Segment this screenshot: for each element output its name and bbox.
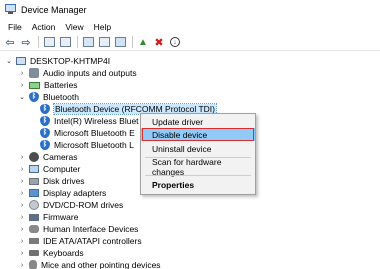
uninstall-icon[interactable]: ✖ xyxy=(152,36,166,49)
tree-item-bt-intel[interactable]: ᛒ Intel(R) Wireless Bluet xyxy=(40,115,139,127)
toolbar-divider xyxy=(77,36,78,48)
expand-icon[interactable]: › xyxy=(18,262,26,269)
expand-icon[interactable]: › xyxy=(18,166,26,173)
tree-item-keyboards[interactable]: › Keyboards xyxy=(18,247,84,259)
hid-icon xyxy=(29,225,39,233)
collapse-icon[interactable]: ⌄ xyxy=(5,57,13,65)
title-bar: Device Manager xyxy=(0,0,380,19)
tree-item-label: Disk drives xyxy=(43,176,85,186)
menu-file[interactable]: File xyxy=(3,22,27,32)
bluetooth-icon: ᛒ xyxy=(40,104,50,114)
tree-item-label: Mice and other pointing devices xyxy=(41,260,161,269)
ctx-update-driver[interactable]: Update driver xyxy=(141,115,255,128)
forward-icon[interactable]: ⇨ xyxy=(19,36,33,49)
ctx-uninstall-device[interactable]: Uninstall device xyxy=(141,142,255,155)
tree-item-label: Batteries xyxy=(44,80,78,90)
monitor-icon[interactable] xyxy=(113,36,127,49)
toolbar: ⇦ ⇨ ▲ ✖ ↓ xyxy=(0,34,380,51)
tree-item-label: Computer xyxy=(43,164,81,174)
tree-item-firmware[interactable]: › Firmware xyxy=(18,211,79,223)
context-menu: Update driver Disable device Uninstall d… xyxy=(140,113,256,195)
tree-item-disk[interactable]: › Disk drives xyxy=(18,175,85,187)
tree-item-hid[interactable]: › Human Interface Devices xyxy=(18,223,139,235)
menu-bar: File Action View Help xyxy=(0,19,380,34)
toolbar-divider xyxy=(38,36,39,48)
firmware-icon xyxy=(29,213,39,221)
computer-icon xyxy=(16,57,26,65)
show-hidden-icon[interactable] xyxy=(58,36,72,49)
expand-icon[interactable]: › xyxy=(18,82,26,89)
tree-item-mice[interactable]: › Mice and other pointing devices xyxy=(18,259,161,269)
tree-item-label: Audio inputs and outputs xyxy=(43,68,137,78)
tree-root-label: DESKTOP-KHTMP4I xyxy=(30,56,111,66)
expand-icon[interactable]: › xyxy=(18,178,26,185)
speaker-icon xyxy=(29,68,39,78)
window-title: Device Manager xyxy=(21,4,87,15)
bluetooth-icon: ᛒ xyxy=(40,140,50,150)
download-icon[interactable]: ↓ xyxy=(168,36,182,49)
tree-item-label: Cameras xyxy=(43,152,78,162)
tree-item-dvd[interactable]: › DVD/CD-ROM drives xyxy=(18,199,123,211)
battery-icon xyxy=(29,81,40,89)
keyboard-icon xyxy=(29,250,39,256)
tree-item-label: Microsoft Bluetooth L xyxy=(54,140,134,150)
ctx-scan-hardware[interactable]: Scan for hardware changes xyxy=(141,157,255,177)
tree-item-bt-ms-l[interactable]: ᛒ Microsoft Bluetooth L xyxy=(40,139,134,151)
bluetooth-icon: ᛒ xyxy=(40,128,50,138)
update-driver-icon[interactable]: ▲ xyxy=(136,36,150,49)
menu-action[interactable]: Action xyxy=(27,22,61,32)
disk-icon xyxy=(29,177,39,185)
display-adapter-icon xyxy=(29,189,39,197)
mouse-icon xyxy=(29,260,37,269)
menu-divider xyxy=(145,175,251,176)
tree-item-bluetooth[interactable]: ⌄ ᛒ Bluetooth xyxy=(18,91,79,103)
tree-item-label: Display adapters xyxy=(43,188,107,198)
tree-item-cameras[interactable]: › Cameras xyxy=(18,151,77,163)
camera-icon xyxy=(29,152,39,162)
tree-root[interactable]: ⌄ DESKTOP-KHTMP4I xyxy=(5,55,110,67)
view-icon[interactable] xyxy=(97,36,111,49)
tree-item-ide[interactable]: › IDE ATA/ATAPI controllers xyxy=(18,235,142,247)
tree-item-label: DVD/CD-ROM drives xyxy=(43,200,124,210)
expand-icon[interactable]: › xyxy=(18,214,26,221)
highlight-box xyxy=(142,128,254,141)
toolbar-divider xyxy=(132,36,133,48)
collapse-icon[interactable]: ⌄ xyxy=(18,93,26,101)
tree-item-audio[interactable]: › Audio inputs and outputs xyxy=(18,67,137,79)
expand-icon[interactable]: › xyxy=(18,70,26,77)
bluetooth-icon: ᛒ xyxy=(29,92,39,102)
tree-item-label: Microsoft Bluetooth E xyxy=(54,128,135,138)
ide-controller-icon xyxy=(29,238,39,244)
tree-item-bt-ms-e[interactable]: ᛒ Microsoft Bluetooth E xyxy=(40,127,135,139)
device-manager-icon xyxy=(5,4,16,15)
help-icon[interactable] xyxy=(81,36,95,49)
tree-item-label: Bluetooth xyxy=(43,92,79,102)
back-icon[interactable]: ⇦ xyxy=(3,36,17,49)
tree-item-label: Firmware xyxy=(43,212,79,222)
tree-item-batteries[interactable]: › Batteries xyxy=(18,79,78,91)
expand-icon[interactable]: › xyxy=(18,154,26,161)
ctx-disable-device[interactable]: Disable device xyxy=(141,128,255,141)
dvd-icon xyxy=(29,200,39,210)
computer-icon xyxy=(29,165,39,173)
tree-item-label: Human Interface Devices xyxy=(43,224,139,234)
properties-icon[interactable] xyxy=(42,36,56,49)
tree-item-display[interactable]: › Display adapters xyxy=(18,187,106,199)
tree-item-label: IDE ATA/ATAPI controllers xyxy=(43,236,142,246)
expand-icon[interactable]: › xyxy=(18,250,26,257)
tree-item-label: Intel(R) Wireless Bluet xyxy=(54,116,139,126)
menu-view[interactable]: View xyxy=(60,22,88,32)
expand-icon[interactable]: › xyxy=(18,226,26,233)
tree-item-computer[interactable]: › Computer xyxy=(18,163,81,175)
expand-icon[interactable]: › xyxy=(18,202,26,209)
expand-icon[interactable]: › xyxy=(18,190,26,197)
ctx-properties[interactable]: Properties xyxy=(141,178,255,191)
bluetooth-icon: ᛒ xyxy=(40,116,50,126)
tree-item-label: Keyboards xyxy=(43,248,84,258)
menu-help[interactable]: Help xyxy=(89,22,116,32)
expand-icon[interactable]: › xyxy=(18,238,26,245)
